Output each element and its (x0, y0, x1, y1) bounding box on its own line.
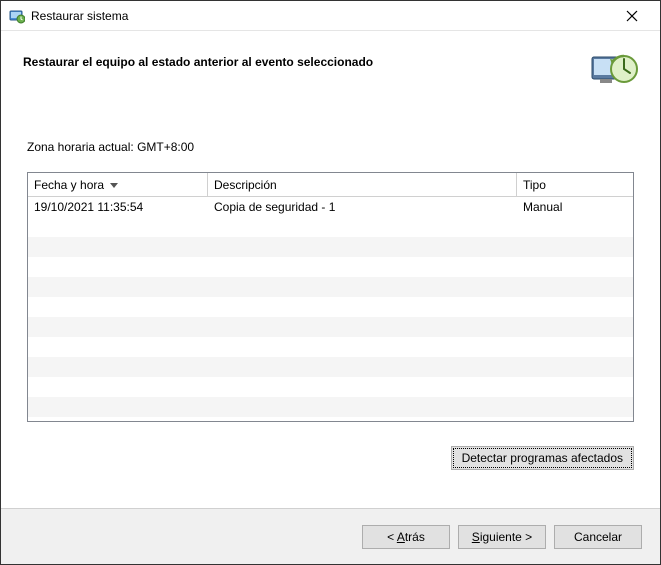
table-header: Fecha y hora Descripción Tipo (28, 173, 633, 197)
cancel-button[interactable]: Cancelar (554, 525, 642, 549)
close-icon (626, 10, 638, 22)
restore-graphic-icon (590, 49, 638, 89)
cell-description: Copia de seguridad - 1 (208, 200, 517, 214)
back-button[interactable]: < Atrás (362, 525, 450, 549)
table-row[interactable]: 19/10/2021 11:35:54 Copia de seguridad -… (28, 197, 633, 217)
cell-type: Manual (517, 200, 633, 214)
content: Zona horaria actual: GMT+8:00 Fecha y ho… (1, 118, 660, 508)
column-type[interactable]: Tipo (517, 173, 633, 196)
column-description-label: Descripción (214, 178, 277, 192)
sort-descending-icon (110, 178, 118, 192)
detect-row: Detectar programas afectados (27, 446, 634, 470)
detect-affected-programs-button[interactable]: Detectar programas afectados (451, 446, 634, 470)
footer: < Atrás Siguiente > Cancelar (1, 508, 660, 564)
column-date[interactable]: Fecha y hora (28, 173, 208, 196)
timezone-label: Zona horaria actual: GMT+8:00 (27, 140, 634, 154)
next-button[interactable]: Siguiente > (458, 525, 546, 549)
titlebar: Restaurar sistema (1, 1, 660, 31)
system-restore-icon (9, 8, 25, 24)
window-title: Restaurar sistema (31, 9, 612, 23)
header: Restaurar el equipo al estado anterior a… (1, 31, 660, 117)
page-heading: Restaurar el equipo al estado anterior a… (23, 49, 590, 69)
column-date-label: Fecha y hora (34, 178, 104, 192)
table-body: 19/10/2021 11:35:54 Copia de seguridad -… (28, 197, 633, 421)
column-description[interactable]: Descripción (208, 173, 517, 196)
close-button[interactable] (612, 2, 652, 30)
column-type-label: Tipo (523, 178, 546, 192)
restore-points-table: Fecha y hora Descripción Tipo 19/10/2021… (27, 172, 634, 422)
cell-date: 19/10/2021 11:35:54 (28, 200, 208, 214)
